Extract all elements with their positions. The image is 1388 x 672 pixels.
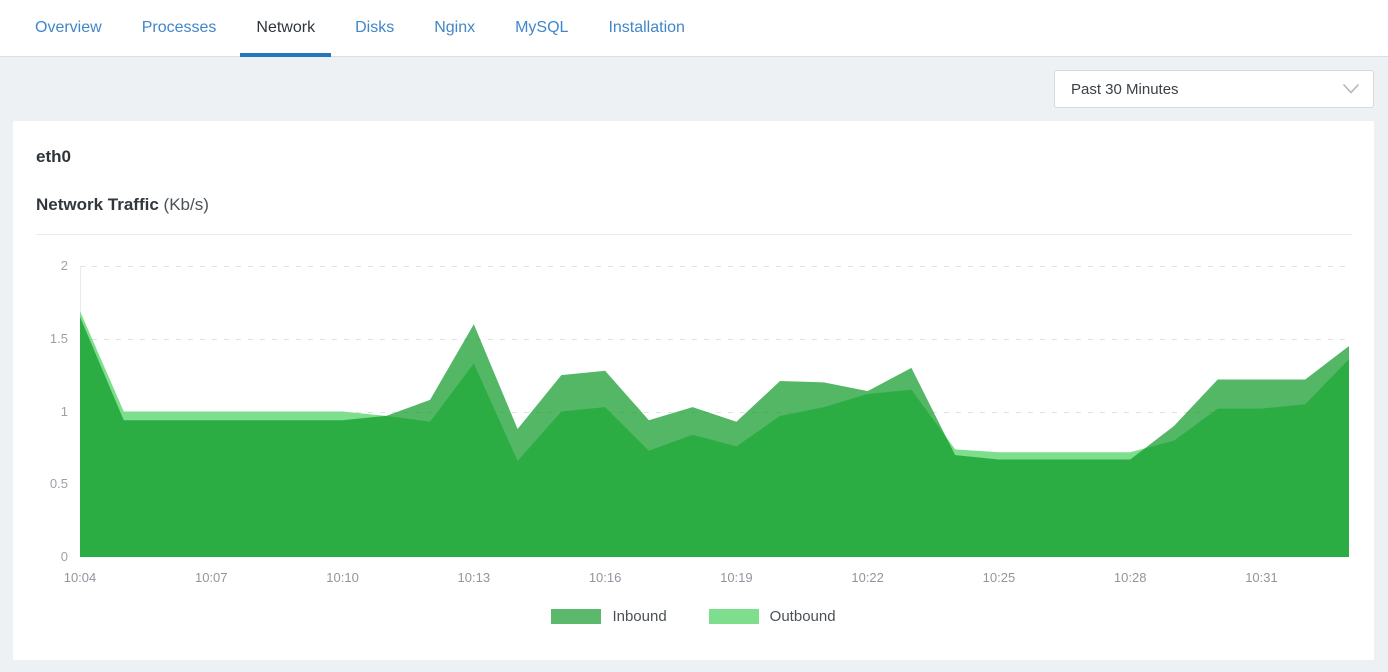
tab-bar: Overview Processes Network Disks Nginx M… xyxy=(0,0,1388,57)
network-traffic-card: eth0 Network Traffic (Kb/s) 0 0.5 1 1.5 2 10… xyxy=(13,121,1374,660)
x-tick-label: 10:16 xyxy=(575,570,635,585)
inbound-swatch-icon xyxy=(551,609,601,624)
tab-disks[interactable]: Disks xyxy=(339,0,410,56)
x-tick-label: 10:28 xyxy=(1100,570,1160,585)
network-traffic-area-chart xyxy=(80,266,1349,557)
tab-label: Nginx xyxy=(434,19,475,37)
x-tick-label: 10:19 xyxy=(706,570,766,585)
divider xyxy=(36,234,1352,235)
x-tick-label: 10:13 xyxy=(444,570,504,585)
tab-network[interactable]: Network xyxy=(240,0,331,56)
y-tick-label: 1.5 xyxy=(13,331,68,346)
tab-nginx[interactable]: Nginx xyxy=(418,0,491,56)
tab-mysql[interactable]: MySQL xyxy=(499,0,584,56)
tab-overview[interactable]: Overview xyxy=(19,0,118,56)
legend-label-outbound: Outbound xyxy=(770,608,836,625)
x-tick-label: 10:07 xyxy=(181,570,241,585)
y-tick-label: 0 xyxy=(13,549,68,564)
tab-label: Overview xyxy=(35,19,102,37)
filter-bar: Past 30 Minutes xyxy=(0,57,1388,121)
chart-title-unit: (Kb/s) xyxy=(159,195,209,214)
x-tick-label: 10:25 xyxy=(969,570,1029,585)
tab-installation[interactable]: Installation xyxy=(592,0,701,56)
x-tick-label: 10:22 xyxy=(838,570,898,585)
chart-title: Network Traffic (Kb/s) xyxy=(36,195,209,215)
time-range-select[interactable]: Past 30 Minutes xyxy=(1054,70,1374,108)
y-tick-label: 2 xyxy=(13,258,68,273)
tab-label: Disks xyxy=(355,19,394,37)
y-tick-label: 1 xyxy=(13,404,68,419)
chart-title-text: Network Traffic xyxy=(36,195,159,214)
interface-title: eth0 xyxy=(36,147,71,167)
x-tick-label: 10:31 xyxy=(1231,570,1291,585)
outbound-swatch-icon xyxy=(709,609,759,624)
tab-label: Network xyxy=(256,19,315,37)
tab-label: Installation xyxy=(608,19,685,37)
tab-label: MySQL xyxy=(515,19,568,37)
chevron-down-icon xyxy=(1343,84,1359,94)
tab-label: Processes xyxy=(142,19,217,37)
legend-label-inbound: Inbound xyxy=(612,608,666,625)
chart-legend: Inbound Outbound xyxy=(13,608,1374,625)
y-tick-label: 0.5 xyxy=(13,476,68,491)
time-range-value: Past 30 Minutes xyxy=(1071,81,1179,98)
legend-item-outbound: Outbound xyxy=(709,608,836,625)
x-tick-label: 10:10 xyxy=(313,570,373,585)
legend-item-inbound: Inbound xyxy=(551,608,666,625)
tab-processes[interactable]: Processes xyxy=(126,0,233,56)
x-tick-label: 10:04 xyxy=(50,570,110,585)
